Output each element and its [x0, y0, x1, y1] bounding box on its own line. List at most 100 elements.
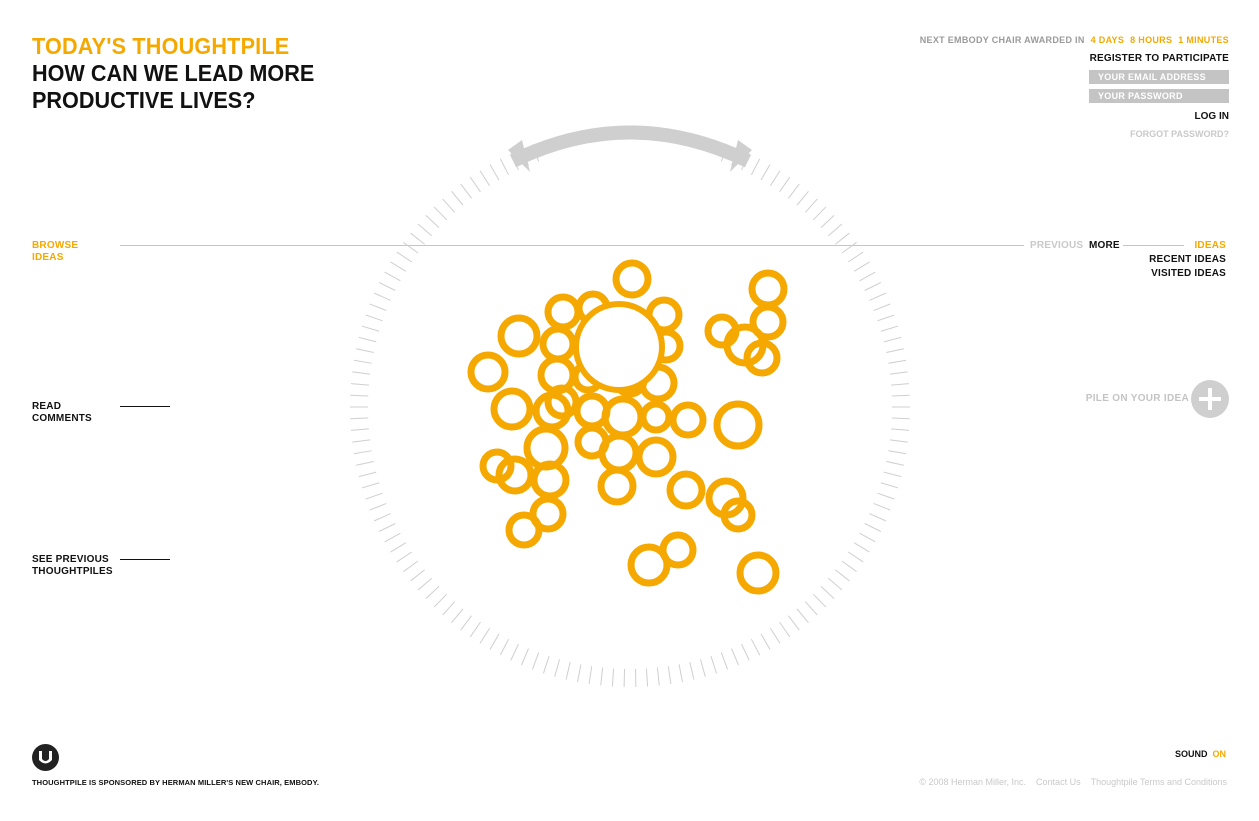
dial-tick — [353, 359, 372, 364]
browse-timeline-line-right — [1123, 245, 1184, 246]
dial-tick — [741, 643, 750, 661]
dial-tick — [410, 569, 425, 582]
dial-tick — [769, 627, 781, 644]
dial-tick — [469, 621, 481, 638]
idea-bubble[interactable] — [639, 400, 673, 434]
dial-tick — [864, 523, 882, 532]
thoughtpile-visualization[interactable] — [330, 110, 930, 710]
herman-miller-logo-icon[interactable] — [32, 744, 59, 771]
ideas-filter[interactable]: IDEAS — [1194, 240, 1226, 251]
rotate-arrow-icon[interactable] — [509, 125, 752, 168]
idea-bubble[interactable] — [544, 293, 582, 331]
idea-bubble[interactable] — [666, 470, 706, 510]
dial-tick — [384, 532, 401, 543]
dial-tick — [689, 661, 695, 680]
featured-idea-bubble[interactable] — [573, 301, 665, 393]
dial-tick — [460, 183, 472, 199]
dial-tick — [390, 542, 407, 553]
dial-tick — [699, 659, 706, 677]
browse-label-1: BROWSE — [32, 240, 79, 251]
sound-toggle[interactable]: SOUND ON — [1175, 749, 1226, 759]
idea-bubble[interactable] — [749, 303, 787, 341]
dial-tick — [361, 482, 380, 489]
dial-tick — [891, 394, 910, 397]
idea-bubble[interactable] — [736, 551, 780, 595]
read-comments-link[interactable]: READ COMMENTS — [32, 401, 92, 425]
password-field[interactable] — [1089, 89, 1229, 103]
idea-bubble[interactable] — [601, 395, 645, 439]
dial-tick — [731, 648, 739, 666]
pile-on-idea-link[interactable]: PILE ON YOUR IDEA — [1086, 393, 1189, 404]
dial-tick — [760, 633, 771, 650]
sound-label: SOUND — [1174, 749, 1208, 759]
idea-bubble[interactable] — [467, 351, 509, 393]
dial-tick — [880, 482, 899, 489]
dial-tick — [350, 383, 369, 386]
dial-tick — [588, 666, 593, 685]
email-field[interactable] — [1089, 70, 1229, 84]
previous-ideas-button[interactable]: PREVIOUS — [1030, 240, 1083, 251]
dial-tick — [720, 652, 729, 670]
idea-bubble[interactable] — [490, 387, 534, 431]
register-link[interactable]: REGISTER TO PARTICIPATE — [1090, 53, 1229, 64]
dial-tick — [469, 176, 481, 193]
dial-tick — [889, 439, 908, 443]
footer-links: © 2008 Herman Miller, Inc. Contact Us Thou… — [909, 777, 1227, 787]
idea-bubble[interactable] — [748, 269, 788, 309]
dial-tick — [358, 471, 377, 478]
question-line-1: HOW CAN WE LEAD MORE — [32, 60, 315, 86]
dial-tick — [886, 348, 904, 354]
idea-bubble[interactable] — [597, 466, 637, 506]
dial-tick — [678, 664, 683, 683]
recent-ideas-filter[interactable]: RECENT IDEAS — [1149, 254, 1226, 265]
dial-tick — [565, 661, 571, 680]
dial-tick — [779, 621, 791, 638]
idea-bubble[interactable] — [539, 325, 577, 363]
dial-tick — [542, 656, 550, 674]
dial-tick — [350, 394, 369, 397]
add-idea-plus-icon[interactable] — [1191, 380, 1229, 418]
browse-ideas-link[interactable]: BROWSE IDEAS — [32, 240, 78, 264]
dial-tick — [750, 638, 761, 656]
dial-tick — [365, 314, 383, 322]
dial-tick — [828, 223, 843, 237]
dial-tick — [820, 214, 835, 229]
dial-tick — [417, 223, 432, 237]
idea-bubble[interactable] — [669, 401, 707, 439]
idea-bubble[interactable] — [598, 432, 640, 474]
dial-tick — [847, 551, 864, 563]
dial-tick — [489, 633, 500, 650]
idea-bubble[interactable] — [635, 436, 677, 478]
idea-bubble[interactable] — [713, 400, 763, 450]
idea-bubble[interactable] — [505, 511, 543, 549]
idea-bubble[interactable] — [659, 531, 697, 569]
forgot-password-link[interactable]: FORGOT PASSWORD? — [1130, 129, 1229, 139]
dial-tick — [877, 314, 895, 322]
dial-tick — [883, 336, 902, 343]
dial-tick — [750, 158, 761, 176]
dial-tick — [425, 585, 440, 600]
dial-tick — [667, 666, 672, 685]
contact-link[interactable]: Contact Us — [1036, 777, 1081, 787]
logo-mark — [39, 751, 52, 764]
idea-bubble[interactable] — [612, 259, 652, 299]
dial-tick — [425, 214, 440, 229]
dial-tick — [841, 242, 857, 254]
login-button[interactable]: LOG IN — [1195, 111, 1229, 122]
visited-ideas-filter[interactable]: VISITED IDEAS — [1151, 268, 1226, 279]
see-previous-thoughtpiles-link[interactable]: SEE PREVIOUS THOUGHTPILES — [32, 554, 113, 578]
dial-tick — [710, 656, 718, 674]
dial-tick — [350, 428, 369, 431]
dial-tick — [356, 348, 374, 354]
more-ideas-button[interactable]: MORE — [1089, 240, 1120, 251]
comments-label-2: COMMENTS — [32, 413, 92, 424]
browse-label-2: IDEAS — [32, 252, 64, 263]
idea-bubble[interactable] — [497, 314, 541, 358]
dial-tick — [796, 190, 809, 206]
dial-tick — [847, 251, 864, 263]
terms-link[interactable]: Thoughtpile Terms and Conditions — [1091, 777, 1227, 787]
dial-tick — [403, 560, 419, 572]
idea-bubbles[interactable] — [467, 259, 788, 595]
dial-tick — [820, 585, 835, 600]
dial-tick — [888, 359, 907, 364]
